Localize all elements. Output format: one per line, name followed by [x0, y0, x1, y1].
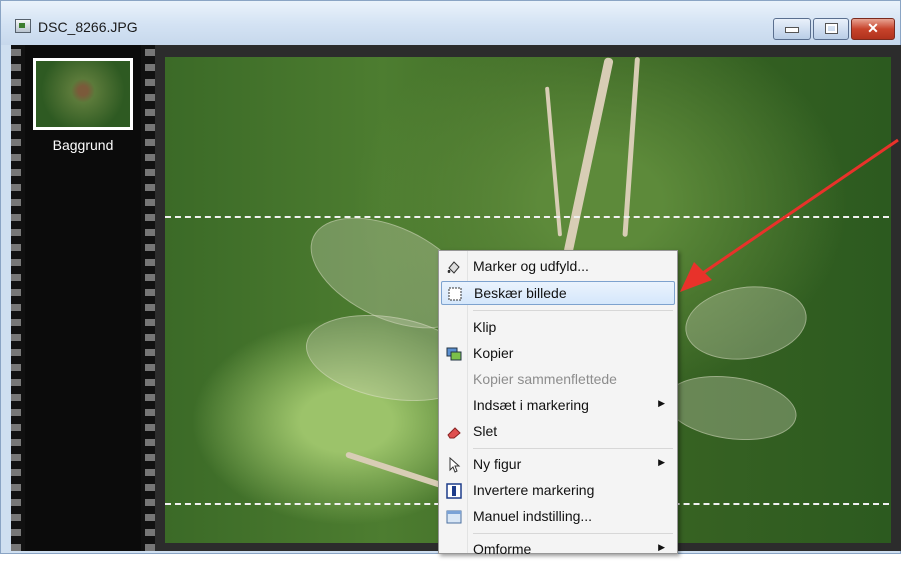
image-file-icon — [15, 19, 31, 33]
plant-stem — [622, 57, 640, 237]
crop-icon — [448, 287, 462, 301]
menu-item-label: Omforme — [473, 541, 532, 557]
menu-item-crop[interactable]: Beskær billede — [441, 281, 675, 305]
submenu-arrow-icon: ▶ — [658, 542, 665, 552]
cursor-icon — [449, 457, 461, 473]
fill-select-icon — [447, 261, 460, 274]
menu-item-label: Slet — [473, 423, 498, 439]
maximize-button[interactable] — [813, 18, 849, 40]
menu-item-label: Kopier — [473, 345, 514, 361]
title-bar[interactable]: DSC_8266.JPG ✕ — [1, 1, 900, 45]
filmstrip-perforation — [145, 45, 155, 551]
menu-item-label: Beskær billede — [474, 285, 567, 301]
layer-filmstrip: Baggrund — [11, 45, 155, 551]
minimize-button[interactable] — [773, 18, 811, 40]
menu-item-label: Marker og udfyld... — [473, 258, 589, 274]
layer-label: Baggrund — [52, 137, 114, 153]
menu-item-label: Indsæt i markering — [473, 397, 589, 413]
menu-item-copy-merged[interactable]: Kopier sammenflettede — [441, 368, 675, 392]
invert-icon — [446, 483, 462, 499]
menu-item-paste-into-selection[interactable]: Indsæt i markering ▶ — [441, 394, 675, 418]
close-icon: ✕ — [867, 20, 879, 36]
menu-item-label: Kopier sammenflettede — [473, 371, 617, 387]
menu-item-invert-selection[interactable]: Invertere markering — [441, 479, 675, 503]
menu-item-label: Manuel indstilling... — [473, 508, 593, 524]
layer-thumbnail[interactable] — [33, 58, 133, 130]
menu-item-fill-select[interactable]: Marker og udfyld... — [441, 255, 675, 279]
menu-item-label: Klip — [473, 319, 497, 335]
menu-item-transform[interactable]: Omforme ▶ — [441, 538, 675, 562]
menu-item-cut[interactable]: Klip — [441, 316, 675, 340]
menu-item-copy[interactable]: Kopier — [441, 342, 675, 366]
close-button[interactable]: ✕ — [851, 18, 895, 40]
menu-separator — [473, 533, 673, 534]
menu-item-manual-setting[interactable]: Manuel indstilling... — [441, 505, 675, 529]
menu-item-new-shape[interactable]: Ny figur ▶ — [441, 453, 675, 477]
submenu-arrow-icon: ▶ — [658, 398, 665, 408]
menu-item-label: Ny figur — [473, 456, 522, 472]
maximize-icon — [824, 23, 838, 34]
settings-icon — [446, 510, 462, 524]
submenu-arrow-icon: ▶ — [658, 457, 665, 467]
copy-icon — [446, 347, 462, 361]
menu-separator — [473, 448, 673, 449]
minimize-icon — [785, 27, 799, 33]
window-title: DSC_8266.JPG — [38, 19, 138, 35]
menu-separator — [473, 310, 673, 311]
menu-item-label: Invertere markering — [473, 482, 595, 498]
plant-stem — [545, 86, 563, 237]
eraser-icon — [447, 427, 461, 439]
context-menu: Marker og udfyld... Beskær billede Klip … — [438, 250, 678, 557]
menu-item-delete[interactable]: Slet — [441, 420, 675, 444]
